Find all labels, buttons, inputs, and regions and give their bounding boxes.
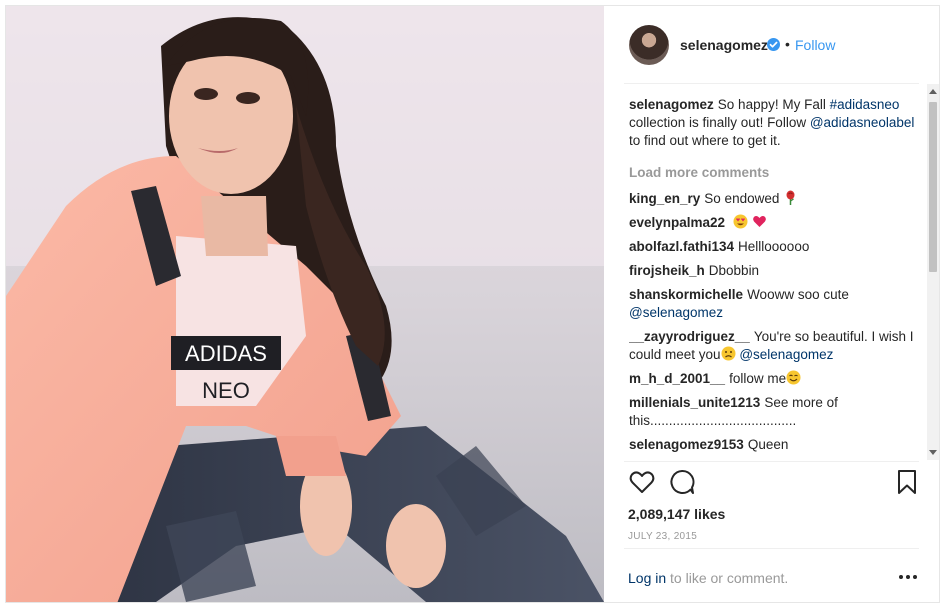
separator-dot: • <box>785 36 790 52</box>
comment-username[interactable]: evelynpalma22 <box>629 215 725 230</box>
caption-text-1: So happy! My Fall <box>717 97 826 112</box>
login-prompt-text: to like or comment. <box>670 570 789 586</box>
more-options-icon[interactable] <box>896 569 920 585</box>
scrollbar-thumb[interactable] <box>929 102 937 272</box>
caption-username[interactable]: selenagomez <box>629 97 714 112</box>
comment-username[interactable]: millenials_unite1213 <box>629 395 760 410</box>
rose-emoji-icon <box>786 190 795 205</box>
post-side-panel: selenagomez • Follow selenagomez So happy… <box>604 6 939 602</box>
comment-item: millenials_unite1213 See more of this....… <box>629 394 919 430</box>
verified-badge-icon <box>767 38 780 51</box>
post-actions <box>624 468 919 500</box>
caption-hashtag-link[interactable]: #adidasneo <box>830 97 900 112</box>
scroll-up-arrow-icon[interactable] <box>929 89 937 94</box>
shirt-print-line1: ADIDAS <box>185 341 267 366</box>
comment-text: Dbobbin <box>708 263 760 278</box>
comment-username[interactable]: king_en_ry <box>629 191 700 206</box>
comment-text: Hellloooooo <box>738 239 810 254</box>
likes-count[interactable]: 2,089,147 likes <box>628 506 725 522</box>
comment-item: m_h_d_2001__ follow me <box>629 370 919 388</box>
heart-eyes-emoji-icon <box>733 214 748 229</box>
comment-username[interactable]: shanskormichelle <box>629 287 743 302</box>
comment-username[interactable]: m_h_d_2001__ <box>629 371 725 386</box>
comments-scrollbar[interactable] <box>927 84 939 460</box>
comment-item: shanskormichelle Wooww soo cute @selenago… <box>629 286 919 322</box>
comment-mention-link[interactable]: @selenagomez <box>739 347 833 362</box>
caption-text-2: collection is finally out! Follow <box>629 115 807 130</box>
post-date[interactable]: JULY 23, 2015 <box>628 531 697 542</box>
post-header: selenagomez • Follow <box>604 6 939 83</box>
comment-username[interactable]: firojsheik_h <box>629 263 705 278</box>
comments-list[interactable]: selenagomez So happy! My Fall #adidasneo … <box>629 96 919 461</box>
comment-username[interactable]: __zayyrodriguez__ <box>629 329 750 344</box>
follow-button[interactable]: Follow <box>795 37 835 53</box>
comment-text: Wooww soo cute <box>747 287 849 302</box>
caption-text-3: to find out where to get it. <box>629 133 781 148</box>
bookmark-save-icon[interactable] <box>893 468 921 496</box>
comment-text: So endowed <box>704 191 780 206</box>
comment-text: Queen <box>747 437 789 452</box>
login-prompt: Log in to like or comment. <box>628 570 788 586</box>
post-username[interactable]: selenagomez <box>680 37 768 53</box>
login-divider <box>624 548 919 549</box>
instagram-post: ADIDAS NEO selenagomez • Follow selenago… <box>5 5 940 603</box>
actions-divider <box>624 461 919 462</box>
comment-item: evelynpalma22 <box>629 214 919 232</box>
comment-mention-link[interactable]: @selenagomez <box>629 305 723 320</box>
shirt-print-line2: NEO <box>202 378 250 403</box>
comment-item: __zayyrodriguez__ You're so beautiful. I … <box>629 328 919 364</box>
caption-mention-link[interactable]: @adidasneolabel <box>810 115 915 130</box>
login-link[interactable]: Log in <box>628 570 666 586</box>
comment-item: abolfazl.fathi134 Hellloooooo <box>629 238 919 256</box>
scroll-down-arrow-icon[interactable] <box>929 450 937 455</box>
comment-username[interactable]: selenagomez9153 <box>629 437 744 452</box>
comment-item: firojsheik_h Dbobbin <box>629 262 919 280</box>
smile-emoji-icon <box>786 370 801 385</box>
sad-face-emoji-icon <box>721 346 736 361</box>
comment-text: follow me <box>729 371 787 386</box>
comment-bubble-icon[interactable] <box>668 468 696 496</box>
post-photo-illustration: ADIDAS NEO <box>6 6 604 602</box>
post-caption: selenagomez So happy! My Fall #adidasneo … <box>629 96 919 150</box>
like-heart-icon[interactable] <box>628 468 656 496</box>
header-divider <box>624 83 919 84</box>
comment-item: selenagomez9153 Queen <box>629 436 919 454</box>
avatar[interactable] <box>629 25 669 65</box>
comment-item: king_en_ry So endowed <box>629 190 919 208</box>
comment-username[interactable]: abolfazl.fathi134 <box>629 239 734 254</box>
red-heart-icon <box>752 216 766 227</box>
load-more-comments-button[interactable]: Load more comments <box>629 164 919 182</box>
post-photo[interactable]: ADIDAS NEO <box>6 6 604 602</box>
